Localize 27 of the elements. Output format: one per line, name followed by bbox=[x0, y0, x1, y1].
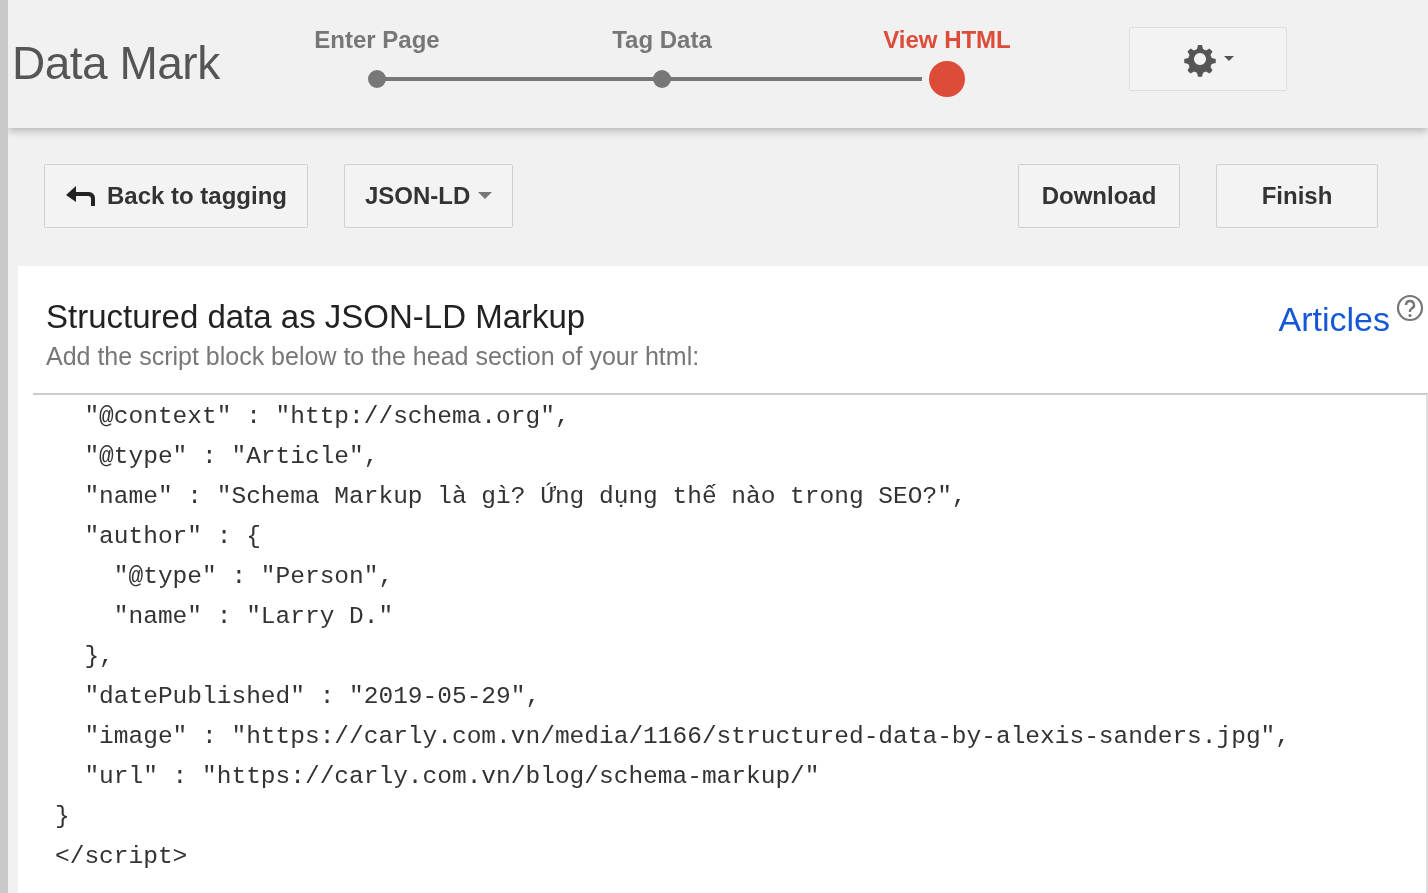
help-icon[interactable] bbox=[1396, 294, 1424, 322]
code-line: "name" : "Schema Markup là gì? Ứng dụng thế nào trong SEO?", bbox=[83, 481, 968, 512]
action-button[interactable]: Download bbox=[1018, 164, 1180, 228]
schema-type-link[interactable]: Articles bbox=[1278, 300, 1390, 339]
code-line: "author" : { bbox=[83, 522, 262, 552]
format-dropdown[interactable]: JSON-LD bbox=[344, 164, 514, 228]
code-line: "image" : "https://carly.com.vn/media/1166/structured-data-by-alexis-sanders.jpg", bbox=[83, 722, 1291, 752]
code-line: "@context" : "http://schema.org", bbox=[83, 402, 571, 432]
app-title: Data Mark bbox=[12, 36, 221, 90]
code-line: } bbox=[55, 802, 71, 832]
step-tab[interactable]: Enter Page bbox=[292, 26, 462, 97]
code-line: "@type" : "Person", bbox=[112, 562, 395, 592]
code-line: "name" : "Larry D." bbox=[112, 602, 395, 632]
step-tab[interactable]: Tag Data bbox=[577, 26, 747, 97]
caret-icon bbox=[478, 192, 493, 200]
action-button[interactable]: Finish bbox=[1216, 164, 1378, 228]
code-line: </script> bbox=[55, 842, 189, 872]
code-line: "datePublished" : "2019-05-29", bbox=[83, 682, 542, 712]
code-line: }, bbox=[83, 642, 115, 672]
settings-button[interactable] bbox=[1129, 27, 1287, 91]
code-line: "url" : "https://carly.com.vn/blog/schema-markup/" bbox=[83, 762, 821, 792]
caret-icon bbox=[1224, 56, 1234, 62]
code-line: "@type" : "Article", bbox=[83, 442, 380, 472]
panel-subtitle: Add the script block below to the head section of your html: bbox=[46, 342, 701, 371]
back-button[interactable]: Back to tagging bbox=[44, 164, 308, 228]
step-tab[interactable]: View HTML bbox=[862, 26, 1032, 97]
panel-title: Structured data as JSON-LD Markup bbox=[46, 298, 587, 336]
